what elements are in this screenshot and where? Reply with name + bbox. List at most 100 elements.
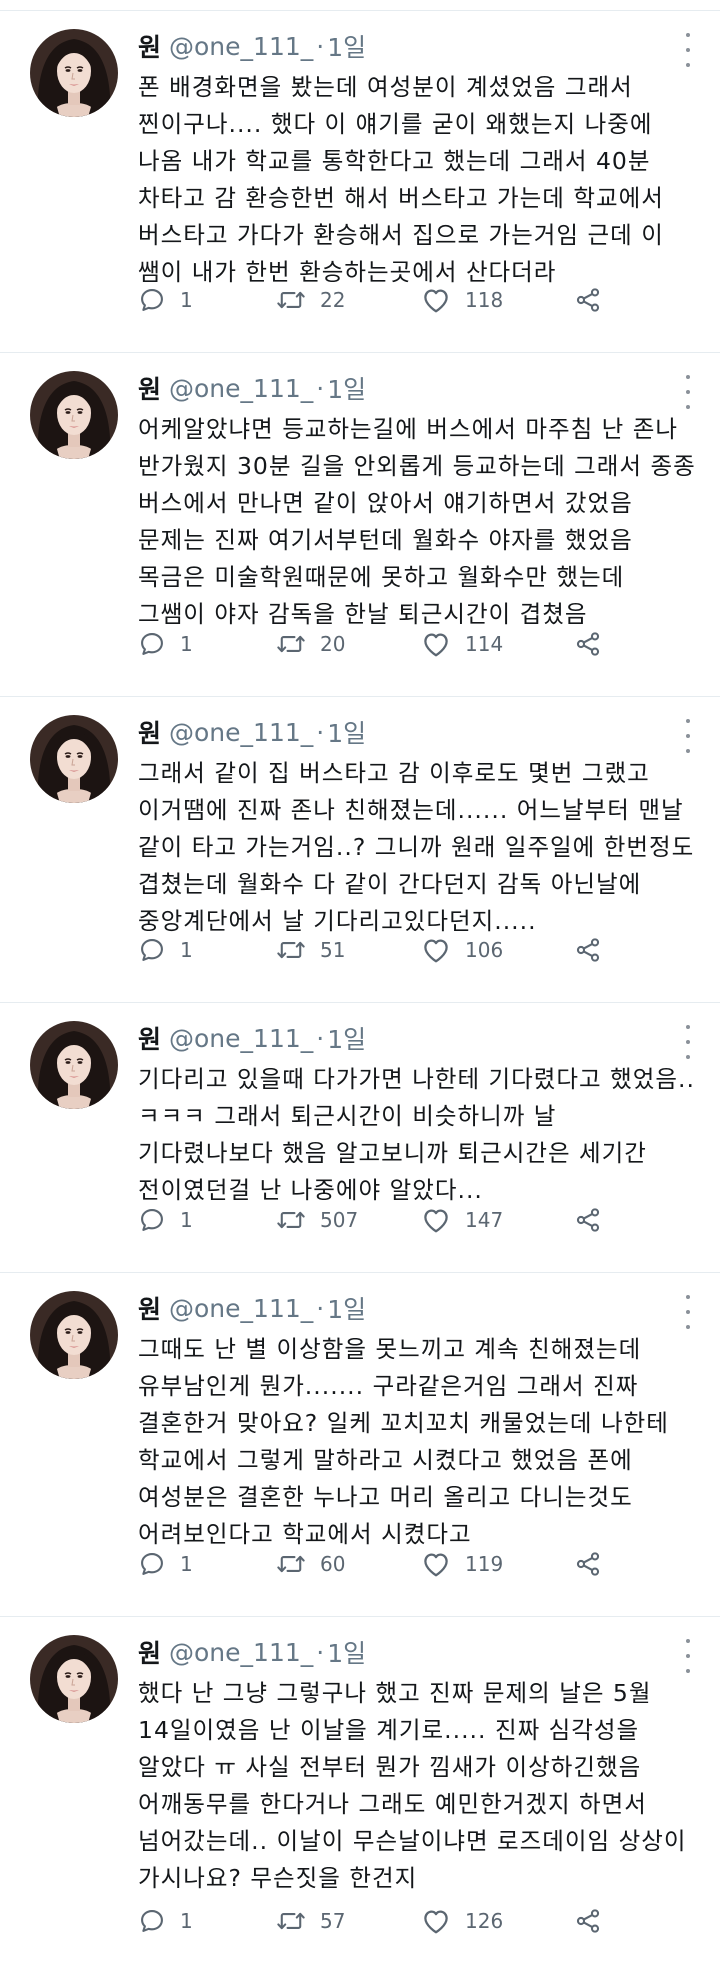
share-icon — [574, 286, 602, 314]
retweet-icon — [276, 286, 306, 314]
share-icon — [574, 1206, 602, 1234]
retweet-button[interactable]: 20 — [276, 626, 345, 662]
like-button[interactable]: 126 — [421, 1903, 503, 1939]
timestamp[interactable]: 1일 — [327, 28, 366, 64]
retweet-button[interactable]: 51 — [276, 932, 345, 968]
timestamp[interactable]: 1일 — [327, 1020, 366, 1056]
tweet-header: 원 @one_111_ · 1일 — [138, 29, 366, 63]
display-name[interactable]: 원 — [138, 28, 161, 64]
tweet[interactable]: 원 @one_111_ · 1일 했다 난 그냥 그렇구나 했고 진짜 문제의 … — [0, 1617, 720, 1973]
avatar[interactable] — [30, 29, 118, 117]
reply-icon — [138, 1206, 166, 1234]
display-name[interactable]: 원 — [138, 1290, 161, 1326]
reply-icon — [138, 286, 166, 314]
share-button[interactable] — [574, 932, 602, 968]
timestamp[interactable]: 1일 — [327, 1634, 366, 1670]
reply-icon — [138, 1907, 166, 1935]
heart-icon — [421, 1206, 451, 1234]
tweet-text: 어케알았냐면 등교하는길에 버스에서 마주침 난 존나 반가웠지 30분 길을 … — [138, 411, 698, 633]
tweet-actions: 1 22 118 — [138, 282, 618, 318]
tweet[interactable]: 원 @one_111_ · 1일 그때도 난 별 이상함을 못느끼고 계속 친해… — [0, 1273, 720, 1617]
tweet-header: 원 @one_111_ · 1일 — [138, 1021, 366, 1055]
timestamp[interactable]: 1일 — [327, 370, 366, 406]
separator-dot: · — [316, 1023, 325, 1053]
tweet[interactable]: 원 @one_111_ · 1일 어케알았냐면 등교하는길에 버스에서 마주침 … — [0, 353, 720, 697]
like-count: 106 — [465, 938, 504, 962]
timestamp[interactable]: 1일 — [327, 1290, 366, 1326]
reply-count: 1 — [180, 938, 193, 962]
more-options-button[interactable] — [676, 33, 700, 67]
tweet-header: 원 @one_111_ · 1일 — [138, 1635, 366, 1669]
like-button[interactable]: 147 — [421, 1202, 503, 1238]
tweet-text-line: 버스에서 만나면 같이 앉아서 얘기하면서 갔었음 — [138, 489, 633, 517]
retweet-button[interactable]: 60 — [276, 1546, 345, 1582]
reply-button[interactable]: 1 — [138, 1202, 193, 1238]
avatar[interactable] — [30, 715, 118, 803]
share-button[interactable] — [574, 1903, 602, 1939]
timestamp[interactable]: 1일 — [327, 714, 366, 750]
like-button[interactable]: 118 — [421, 282, 503, 318]
share-button[interactable] — [574, 282, 602, 318]
user-handle[interactable]: @one_111_ — [169, 1638, 313, 1667]
user-handle[interactable]: @one_111_ — [169, 718, 313, 747]
tweet-text-line: 찐이구나.... 했다 이 얘기를 굳이 왜했는지 나중에 — [138, 110, 653, 138]
avatar[interactable] — [30, 1635, 118, 1723]
reply-button[interactable]: 1 — [138, 626, 193, 662]
avatar[interactable] — [30, 1291, 118, 1379]
like-button[interactable]: 114 — [421, 626, 503, 662]
top-divider — [0, 0, 720, 11]
avatar[interactable] — [30, 1021, 118, 1109]
tweet[interactable]: 원 @one_111_ · 1일 그래서 같이 집 버스타고 감 이후로도 몇번… — [0, 697, 720, 1003]
retweet-icon — [276, 1550, 306, 1578]
like-count: 114 — [465, 632, 504, 656]
heart-icon — [421, 630, 451, 658]
tweet-text-line: 기다리고 있을때 다가가면 나한테 기다렸다고 했었음.. — [138, 1065, 695, 1093]
avatar[interactable] — [30, 371, 118, 459]
retweet-button[interactable]: 22 — [276, 282, 345, 318]
like-button[interactable]: 119 — [421, 1546, 503, 1582]
more-options-button[interactable] — [676, 1639, 700, 1673]
retweet-count: 51 — [320, 938, 346, 962]
reply-button[interactable]: 1 — [138, 1546, 193, 1582]
like-button[interactable]: 106 — [421, 932, 503, 968]
tweet-text-line: 했다 난 그냥 그렇구나 했고 진짜 문제의 날은 5월 — [138, 1679, 652, 1707]
display-name[interactable]: 원 — [138, 1020, 161, 1056]
tweet-text-line: 반가웠지 30분 길을 안외롭게 등교하는데 그래서 종종 — [138, 452, 696, 480]
tweet[interactable]: 원 @one_111_ · 1일 기다리고 있을때 다가가면 나한테 기다렸다고… — [0, 1003, 720, 1273]
heart-icon — [421, 1907, 451, 1935]
retweet-button[interactable]: 57 — [276, 1903, 345, 1939]
more-options-button[interactable] — [676, 1025, 700, 1059]
reply-button[interactable]: 1 — [138, 1903, 193, 1939]
display-name[interactable]: 원 — [138, 714, 161, 750]
share-button[interactable] — [574, 1202, 602, 1238]
separator-dot: · — [316, 717, 325, 747]
tweet-text-line: 학교에서 그렇게 말하라고 시켰다고 했었음 폰에 — [138, 1446, 633, 1474]
display-name[interactable]: 원 — [138, 370, 161, 406]
retweet-count: 507 — [320, 1208, 359, 1232]
tweet-text: 그때도 난 별 이상함을 못느끼고 계속 친해졌는데 유부남인게 뭔가.....… — [138, 1331, 698, 1553]
display-name[interactable]: 원 — [138, 1634, 161, 1670]
retweet-count: 60 — [320, 1552, 346, 1576]
reply-icon — [138, 630, 166, 658]
user-handle[interactable]: @one_111_ — [169, 1024, 313, 1053]
like-count: 118 — [465, 288, 504, 312]
more-options-button[interactable] — [676, 1295, 700, 1329]
reply-button[interactable]: 1 — [138, 282, 193, 318]
more-options-button[interactable] — [676, 375, 700, 409]
more-options-button[interactable] — [676, 719, 700, 753]
separator-dot: · — [316, 1293, 325, 1323]
user-handle[interactable]: @one_111_ — [169, 32, 313, 61]
reply-button[interactable]: 1 — [138, 932, 193, 968]
tweet-actions: 1 20 114 — [138, 626, 618, 662]
user-handle[interactable]: @one_111_ — [169, 374, 313, 403]
user-handle[interactable]: @one_111_ — [169, 1294, 313, 1323]
retweet-icon — [276, 1206, 306, 1234]
retweet-button[interactable]: 507 — [276, 1202, 358, 1238]
tweet-text-line: 같이 타고 가는거임..? 그니까 원래 일주일에 한번정도 — [138, 833, 695, 861]
reply-icon — [138, 1550, 166, 1578]
tweet-text-line: 가시나요? 무슨짓을 한건지 — [138, 1864, 418, 1892]
separator-dot: · — [316, 1637, 325, 1667]
share-button[interactable] — [574, 626, 602, 662]
share-button[interactable] — [574, 1546, 602, 1582]
tweet[interactable]: 원 @one_111_ · 1일 폰 배경화면을 봤는데 여성분이 계셨었음 그… — [0, 11, 720, 353]
